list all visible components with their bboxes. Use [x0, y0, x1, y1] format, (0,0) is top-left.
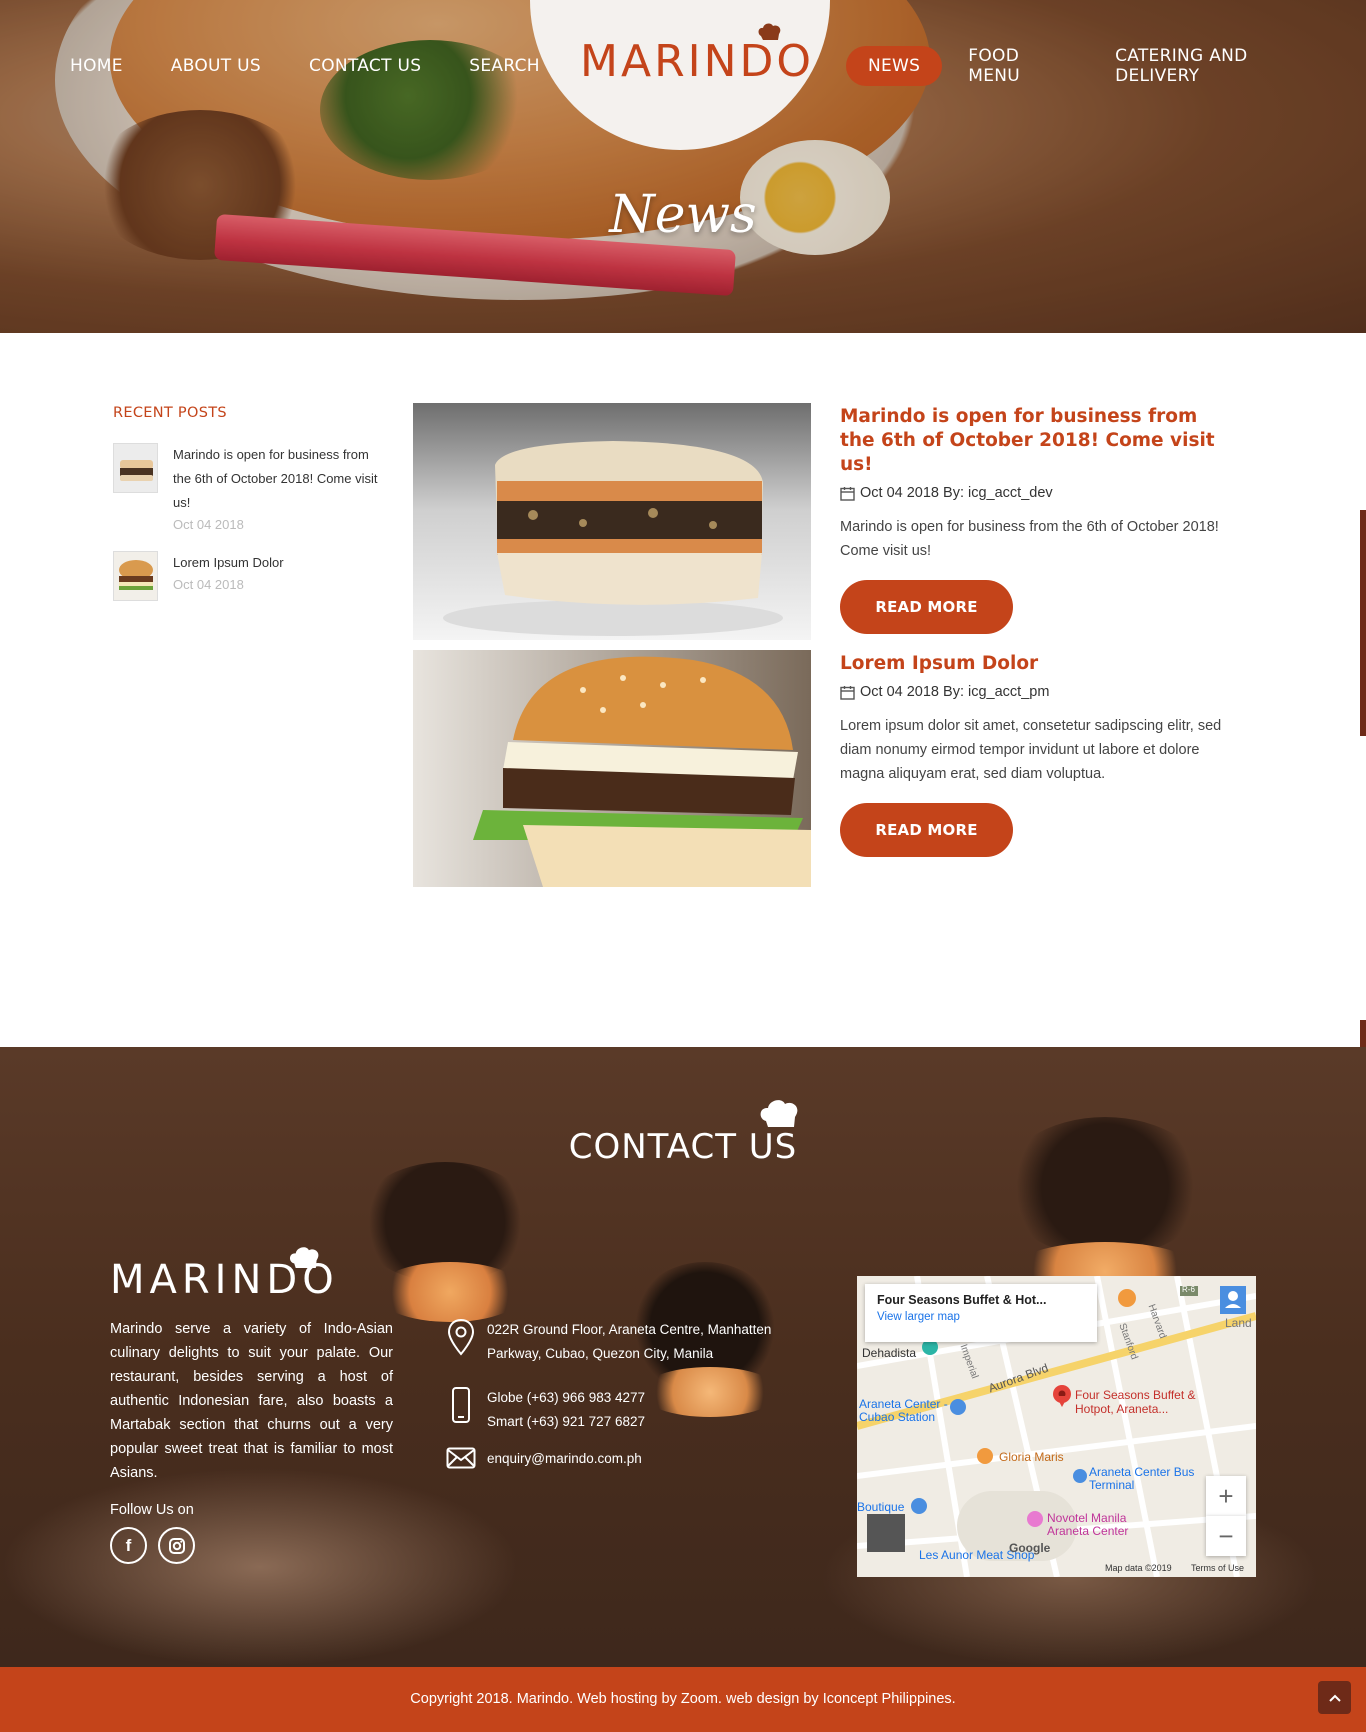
post-title[interactable]: Lorem Ipsum Dolor	[840, 652, 1235, 676]
recent-post-title[interactable]: Lorem Ipsum Dolor	[173, 551, 388, 575]
map-label: Novotel Manila Araneta Center	[1047, 1511, 1129, 1538]
nav-catering-delivery[interactable]: CATERING AND DELIVERY	[1115, 46, 1318, 86]
page-title: News	[609, 185, 757, 245]
post-image-martabak[interactable]	[413, 403, 811, 640]
footer-contact-section: CONTACT US MARINDO Marindo serve a varie…	[0, 1047, 1366, 1667]
recent-post-title[interactable]: Marindo is open for business from the 6t…	[173, 443, 388, 515]
post-image-burger[interactable]	[413, 650, 811, 887]
map-info-card[interactable]: Four Seasons Buffet & Hot... View larger…	[865, 1284, 1097, 1342]
chef-hat-icon	[760, 1100, 798, 1127]
chef-hat-icon	[758, 23, 781, 40]
nav-food-menu[interactable]: FOOD MENU	[968, 46, 1067, 86]
nav-about-us[interactable]: ABOUT US	[171, 56, 261, 76]
view-larger-map-link[interactable]: View larger map	[877, 1311, 1085, 1323]
hero-banner: MARINDO HOME ABOUT US CONTACT US SEARCH …	[0, 0, 1366, 333]
map-place-label: Four Seasons Buffet & Hotpot, Araneta...	[1075, 1388, 1196, 1416]
footer-address: 022R Ground Floor, Araneta Centre, Manha…	[443, 1318, 787, 1366]
calendar-icon	[840, 685, 855, 700]
chevron-up-icon	[1328, 1694, 1341, 1702]
post-title[interactable]: Marindo is open for business from the 6t…	[840, 405, 1235, 477]
read-more-button[interactable]: READ MORE	[840, 580, 1013, 634]
phone-globe[interactable]: Globe (+63) 966 983 4277	[487, 1386, 787, 1410]
nav-contact-us[interactable]: CONTACT US	[309, 56, 421, 76]
nav-right: NEWS FOOD MENU CATERING AND DELIVERY	[846, 44, 1366, 88]
map-attribution: Map data ©2019	[1105, 1563, 1172, 1573]
read-more-button[interactable]: READ MORE	[840, 803, 1013, 857]
map-place-title[interactable]: Four Seasons Buffet & Hot...	[877, 1293, 1085, 1307]
map-route-label: R-6	[1182, 1285, 1195, 1294]
map-zoom-in-button[interactable]: +	[1206, 1476, 1246, 1516]
map-label: Dehadista	[862, 1346, 917, 1360]
recent-posts-heading: RECENT POSTS	[113, 405, 227, 421]
post-date-author: Oct 04 2018 By: icg_acct_pm	[860, 684, 1050, 700]
post-meta: Oct 04 2018 By: icg_acct_dev	[840, 485, 1235, 501]
footer-phones: Globe (+63) 966 983 4277 Smart (+63) 921…	[443, 1386, 787, 1434]
footer-email: enquiry@marindo.com.ph	[443, 1447, 787, 1471]
post-date-author: Oct 04 2018 By: icg_acct_dev	[860, 485, 1053, 501]
post-excerpt: Marindo is open for business from the 6t…	[840, 519, 1219, 559]
phone-icon	[443, 1386, 479, 1434]
nav-search[interactable]: SEARCH	[469, 56, 540, 76]
map-label: Boutique	[857, 1500, 905, 1514]
map-label: Araneta Center - Cubao Station	[859, 1397, 948, 1424]
post-meta: Oct 04 2018 By: icg_acct_pm	[840, 684, 1235, 700]
footer-about-text: Marindo serve a variety of Indo-Asian cu…	[110, 1321, 393, 1481]
recent-post-thumbnail[interactable]	[113, 551, 158, 601]
side-scroll-accent	[1360, 510, 1366, 736]
google-logo: Google	[1009, 1541, 1051, 1555]
recent-post-date: Oct 04 2018	[173, 517, 244, 532]
phone-smart[interactable]: Smart (+63) 921 727 6827	[487, 1410, 787, 1434]
map-pin-icon	[443, 1318, 479, 1366]
facebook-icon[interactable]: f	[110, 1527, 147, 1564]
map-zoom-out-button[interactable]: −	[1206, 1516, 1246, 1556]
recent-post-thumbnail[interactable]	[113, 443, 158, 493]
map-terms-link[interactable]: Terms of Use	[1191, 1563, 1244, 1573]
post-entry: Lorem Ipsum Dolor Oct 04 2018 By: icg_ac…	[840, 652, 1235, 857]
back-to-top-button[interactable]	[1318, 1681, 1351, 1714]
nav-home[interactable]: HOME	[70, 56, 123, 76]
contact-heading: CONTACT US	[568, 1127, 798, 1167]
chef-hat-icon	[289, 1247, 319, 1269]
follow-us-label: Follow Us on	[110, 1502, 194, 1518]
map-label: Gloria Maris	[999, 1450, 1064, 1464]
map-label: Araneta Center Bus Terminal	[1089, 1465, 1195, 1492]
google-map-embed[interactable]: Four Seasons Buffet & Hot... View larger…	[857, 1276, 1256, 1577]
map-label: Land	[1225, 1316, 1252, 1330]
copyright-bar: Copyright 2018. Marindo. Web hosting by …	[0, 1667, 1366, 1732]
nav-news[interactable]: NEWS	[846, 46, 943, 86]
post-entry: Marindo is open for business from the 6t…	[840, 405, 1235, 634]
post-excerpt: Lorem ipsum dolor sit amet, consetetur s…	[840, 718, 1222, 782]
email-link[interactable]: enquiry@marindo.com.ph	[487, 1447, 787, 1471]
email-icon	[443, 1447, 479, 1471]
recent-post-date: Oct 04 2018	[173, 577, 244, 592]
instagram-icon[interactable]	[158, 1527, 195, 1564]
calendar-icon	[840, 486, 855, 501]
nav-left: HOME ABOUT US CONTACT US SEARCH	[70, 44, 588, 88]
